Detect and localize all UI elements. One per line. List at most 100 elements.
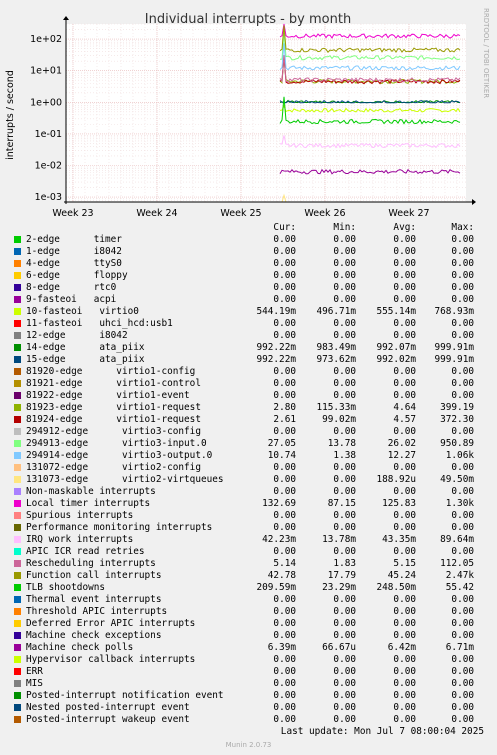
legend-label: 1-edge i8042 xyxy=(26,246,122,257)
legend-row: 81923-edge virtio1-request 2.80 115.33m 4.6… xyxy=(0,402,497,414)
legend-label: Nested posted-interrupt event xyxy=(26,702,190,713)
legend-label: Machine check polls xyxy=(26,642,134,653)
legend-row: TLB shootdowns 209.59m 23.29m 248.50m 55.42 xyxy=(0,582,497,594)
x-tick-label: Week 26 xyxy=(304,208,345,219)
value-max: 55.42 xyxy=(445,582,474,593)
value-max: 2.47k xyxy=(445,570,474,581)
legend-label: 131073-edge virtio2-virtqueues xyxy=(26,474,224,485)
legend-swatch xyxy=(14,464,21,471)
legend-swatch xyxy=(14,392,21,399)
legend-row: 1-edge i8042 0.00 0.00 0.00 0.00 xyxy=(0,246,497,258)
legend-label: 4-edge ttyS0 xyxy=(26,258,122,269)
y-tick-label: 1e-02 xyxy=(35,160,62,171)
legend-label: MIS xyxy=(26,678,43,689)
legend-label: 15-edge ata_piix xyxy=(26,354,145,365)
legend-swatch xyxy=(14,236,21,243)
value-max: 0.00 xyxy=(451,654,474,665)
legend-row: Local timer interrupts 132.69 87.15 125.83 1… xyxy=(0,498,497,510)
legend-label: ERR xyxy=(26,666,43,677)
legend-swatch xyxy=(14,620,21,627)
legend-label: Thermal event interrupts xyxy=(26,594,162,605)
legend-swatch xyxy=(14,608,21,615)
legend-row: IRQ work interrupts 42.23m 13.78m 43.35m 89.… xyxy=(0,534,497,546)
legend-rows: 2-edge timer 0.00 0.00 0.00 0.00 1-edge i8042… xyxy=(0,234,497,726)
value-max: 950.89 xyxy=(440,438,474,449)
value-max: 0.00 xyxy=(451,426,474,437)
legend-row: Function call interrupts 42.78 17.79 45.24 2… xyxy=(0,570,497,582)
legend-row: Spurious interrupts 0.00 0.00 0.00 0.00 xyxy=(0,510,497,522)
col-max-header: Max: xyxy=(451,222,474,233)
value-max: 999.91m xyxy=(434,354,474,365)
legend-label: 81922-edge virtio1-event xyxy=(26,390,190,401)
y-tick-label: 1e+01 xyxy=(30,66,62,77)
value-max: 49.50m xyxy=(440,474,474,485)
legend-row: 131072-edge virtio2-config 0.00 0.00 0.00 0.… xyxy=(0,462,497,474)
legend-swatch xyxy=(14,248,21,255)
legend-row: APIC ICR read retries 0.00 0.00 0.00 0.00 xyxy=(0,546,497,558)
legend-swatch xyxy=(14,440,21,447)
legend-label: 81923-edge virtio1-request xyxy=(26,402,201,413)
legend-row: Deferred Error APIC interrupts 0.00 0.00 0.… xyxy=(0,618,497,630)
value-max: 89.64m xyxy=(440,534,474,545)
legend-swatch xyxy=(14,668,21,675)
legend-row: 6-edge floppy 0.00 0.00 0.00 0.00 xyxy=(0,270,497,282)
value-max: 0.00 xyxy=(451,702,474,713)
legend-label: Hypervisor callback interrupts xyxy=(26,654,196,665)
legend-row: MIS 0.00 0.00 0.00 0.00 xyxy=(0,678,497,690)
value-max: 0.00 xyxy=(451,510,474,521)
legend-row: Machine check exceptions 0.00 0.00 0.00 0.00 xyxy=(0,630,497,642)
legend-table: Cur: Min: Avg: Max: 2-edge timer 0.00 0.00… xyxy=(0,222,497,726)
value-max: 999.91m xyxy=(434,342,474,353)
legend-label: 81924-edge virtio1-request xyxy=(26,414,201,425)
legend-swatch xyxy=(14,284,21,291)
legend-swatch xyxy=(14,452,21,459)
legend-label: Rescheduling interrupts xyxy=(26,558,156,569)
legend-swatch xyxy=(14,512,21,519)
value-max: 0.00 xyxy=(451,690,474,701)
legend-row: Posted-interrupt notification event 0.00 0… xyxy=(0,690,497,702)
legend-swatch xyxy=(14,632,21,639)
legend-label: 12-edge i8042 xyxy=(26,330,128,341)
legend-row: 81924-edge virtio1-request 2.61 99.02m 4.57… xyxy=(0,414,497,426)
legend-label: Non-maskable interrupts xyxy=(26,486,156,497)
value-max: 0.00 xyxy=(451,318,474,329)
legend-swatch xyxy=(14,356,21,363)
legend-label: 81920-edge virtio1-config xyxy=(26,366,196,377)
legend-label: Posted-interrupt wakeup event xyxy=(26,714,190,725)
y-tick-label: 1e-01 xyxy=(35,129,62,140)
value-max: 0.00 xyxy=(451,594,474,605)
value-max: 0.00 xyxy=(451,330,474,341)
legend-label: Local timer interrupts xyxy=(26,498,151,509)
value-max: 0.00 xyxy=(451,714,474,725)
legend-row: 11-fasteoi uhci_hcd:usb1 0.00 0.00 0.00 0.00 xyxy=(0,318,497,330)
legend-swatch xyxy=(14,692,21,699)
value-max: 0.00 xyxy=(451,294,474,305)
legend-label: 8-edge rtc0 xyxy=(26,282,117,293)
value-max: 0.00 xyxy=(451,258,474,269)
x-tick-label: Week 24 xyxy=(136,208,177,219)
legend-row: 81922-edge virtio1-event 0.00 0.00 0.00 0.00 xyxy=(0,390,497,402)
value-max: 1.30k xyxy=(445,498,474,509)
value-max: 0.00 xyxy=(451,486,474,497)
legend-label: 6-edge floppy xyxy=(26,270,128,281)
legend-swatch xyxy=(14,524,21,531)
legend-row: Performance monitoring interrupts 0.00 0.0… xyxy=(0,522,497,534)
value-max: 0.00 xyxy=(451,234,474,245)
legend-row: 294914-edge virtio3-output.0 10.74 1.38 12.… xyxy=(0,450,497,462)
legend-row: Machine check polls 6.39m 66.67u 6.42m 6.71m xyxy=(0,642,497,654)
legend-swatch xyxy=(14,536,21,543)
legend-row: 15-edge ata_piix 992.22m 973.62m 992.02m 999… xyxy=(0,354,497,366)
legend-label: 14-edge ata_piix xyxy=(26,342,145,353)
legend-row: 4-edge ttyS0 0.00 0.00 0.00 0.00 xyxy=(0,258,497,270)
value-max: 372.30 xyxy=(440,414,474,425)
legend-swatch xyxy=(14,716,21,723)
legend-label: TLB shootdowns xyxy=(26,582,106,593)
value-max: 0.00 xyxy=(451,270,474,281)
value-max: 0.00 xyxy=(451,378,474,389)
legend-swatch xyxy=(14,644,21,651)
legend-label: 294913-edge virtio3-input.0 xyxy=(26,438,207,449)
legend-swatch xyxy=(14,500,21,507)
y-tick-label: 1e+00 xyxy=(30,97,62,108)
legend-label: 11-fasteoi uhci_hcd:usb1 xyxy=(26,318,173,329)
value-max: 0.00 xyxy=(451,630,474,641)
